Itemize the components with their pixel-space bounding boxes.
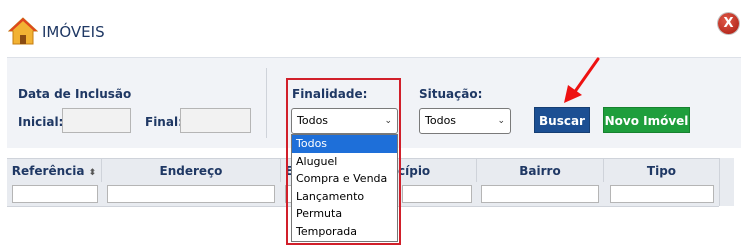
finalidade-select[interactable]: Todos ⌄ <box>291 108 398 134</box>
tipo-filter-input[interactable] <box>610 185 714 203</box>
final-date-input[interactable] <box>180 108 251 133</box>
page-title: IMÓVEIS <box>42 23 105 41</box>
column-header-referencia[interactable]: Referência ⬍ <box>7 159 102 183</box>
column-header-bairro[interactable]: Bairro <box>477 159 604 183</box>
close-icon: X <box>723 16 734 31</box>
option-compra-e-venda[interactable]: Compra e Venda <box>292 170 397 188</box>
bairro-filter-input[interactable] <box>481 185 599 203</box>
option-permuta[interactable]: Permuta <box>292 205 397 223</box>
finalidade-label: Finalidade: <box>292 87 368 101</box>
finalidade-dropdown-list: Todos Aluguel Compra e Venda Lançamento … <box>291 134 398 242</box>
situacao-select[interactable]: Todos ⌄ <box>419 108 511 134</box>
column-header-endereco[interactable]: Endereço <box>102 159 281 183</box>
option-lancamento[interactable]: Lançamento <box>292 188 397 206</box>
annotation-arrow-icon <box>564 57 600 103</box>
option-todos[interactable]: Todos <box>292 135 397 153</box>
close-button[interactable]: X <box>718 13 739 34</box>
novo-imovel-button[interactable]: Novo Imóvel <box>603 107 690 133</box>
column-header-municipio[interactable]: cípio <box>397 159 477 183</box>
referencia-filter-input[interactable] <box>12 185 98 203</box>
chevron-down-icon: ⌄ <box>384 116 392 126</box>
municipio-filter-input[interactable] <box>402 185 472 203</box>
option-temporada[interactable]: Temporada <box>292 223 397 241</box>
situacao-label: Situação: <box>419 87 483 101</box>
finalidade-selected-value: Todos <box>297 114 329 127</box>
inicial-date-input[interactable] <box>62 108 131 133</box>
endereco-filter-input[interactable] <box>107 185 275 203</box>
option-aluguel[interactable]: Aluguel <box>292 153 397 171</box>
filter-separator <box>266 68 267 138</box>
situacao-selected-value: Todos <box>425 114 457 127</box>
final-label: Final: <box>145 115 183 129</box>
inicial-label: Inicial: <box>18 115 64 129</box>
title-bar <box>0 0 750 60</box>
chevron-down-icon: ⌄ <box>497 116 505 126</box>
column-header-tipo[interactable]: Tipo <box>604 159 719 183</box>
home-icon <box>8 17 38 45</box>
data-inclusao-label: Data de Inclusão <box>18 87 132 101</box>
sort-icon: ⬍ <box>88 168 97 178</box>
buscar-button[interactable]: Buscar <box>534 107 590 133</box>
grid-scrollbar[interactable] <box>719 158 734 206</box>
